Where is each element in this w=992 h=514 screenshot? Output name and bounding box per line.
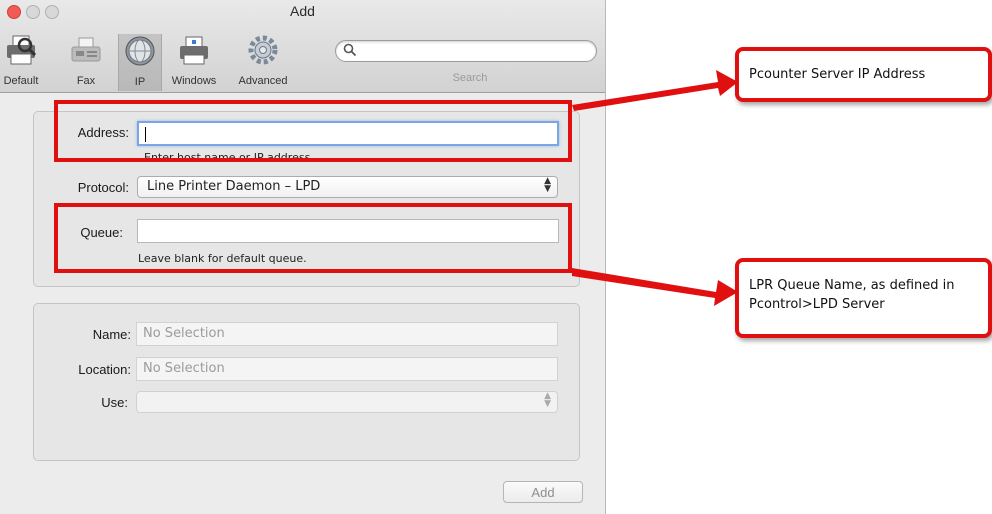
queue-callout: LPR Queue Name, as defined in Pcontrol>L…: [735, 258, 992, 338]
queue-callout-line2: Pcontrol>LPD Server: [749, 297, 885, 312]
address-callout-text: Pcounter Server IP Address: [749, 67, 926, 82]
address-arrow: [572, 70, 738, 111]
queue-callout-line1: LPR Queue Name, as defined in: [749, 278, 955, 293]
address-callout: Pcounter Server IP Address: [735, 47, 992, 102]
queue-arrow: [572, 268, 738, 306]
